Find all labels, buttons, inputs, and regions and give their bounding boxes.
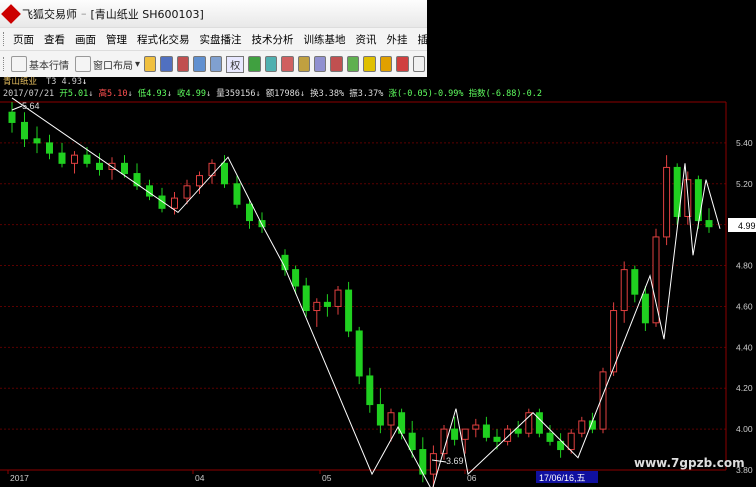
time-tick-label: 04 — [195, 473, 205, 483]
candle-body — [461, 428, 469, 440]
price-tick-label: 4.20 — [736, 383, 753, 393]
watermark: www.7gpzb.com — [634, 456, 745, 470]
date-labels: 2017 04 05 06 — [7, 470, 477, 483]
low-annotation: 3.69 — [446, 456, 464, 466]
price-tick-label: 4.80 — [736, 261, 753, 271]
candle-body — [302, 285, 310, 312]
price-tick-label: 4.40 — [736, 342, 753, 352]
candle-body — [208, 162, 216, 177]
candle-body — [58, 152, 66, 164]
candle-body — [472, 424, 480, 430]
candle-body — [8, 111, 16, 123]
high-annotation: 5.64 — [22, 101, 40, 111]
candle-body — [71, 154, 78, 164]
price-labels: 5.405.205.004.804.604.404.204.003.80 — [736, 138, 753, 475]
candle-body — [158, 195, 166, 209]
candle-body — [535, 412, 543, 434]
candle-body — [578, 420, 586, 434]
candle-body — [292, 269, 300, 287]
candle-body — [46, 142, 53, 154]
candle-body — [196, 175, 203, 187]
candle-body — [631, 269, 639, 295]
candle-body — [21, 121, 28, 140]
date-highlight: 17/06/16,五 — [539, 473, 586, 483]
time-tick-label: 05 — [322, 473, 332, 483]
candle-body — [334, 289, 342, 307]
price-tick-label: 4.00 — [736, 424, 753, 434]
candle-body — [246, 203, 253, 222]
candle-body — [567, 432, 575, 451]
candle-body — [323, 301, 331, 307]
high-annotation-line — [11, 105, 23, 111]
candle-body — [313, 301, 321, 312]
candle-body — [705, 220, 713, 228]
candle-body — [83, 154, 91, 164]
candle-body — [546, 432, 554, 442]
candle-body — [376, 404, 384, 426]
candle-body — [233, 183, 241, 205]
candle-body — [641, 293, 649, 324]
candle-body — [96, 162, 103, 170]
candle-body — [652, 236, 660, 324]
candle-body — [221, 162, 228, 185]
candle-body — [408, 432, 416, 451]
time-tick-label: 06 — [467, 473, 477, 483]
candle-body — [33, 138, 41, 144]
candle-body — [429, 453, 437, 475]
candle-body — [493, 436, 501, 442]
candle-body — [514, 428, 522, 434]
kline-chart[interactable]: 5.405.205.004.804.604.404.204.003.80 201… — [0, 0, 756, 487]
candle-body — [345, 289, 353, 332]
price-tick-label: 5.40 — [736, 138, 753, 148]
candle-body — [663, 166, 671, 238]
price-tick-label: 5.20 — [736, 179, 753, 189]
price-tick-label: 4.60 — [736, 301, 753, 311]
candle-body — [620, 269, 628, 312]
candle-body — [525, 412, 533, 434]
time-tick-label: 2017 — [10, 473, 29, 483]
candle-body — [121, 162, 128, 175]
candle-body — [183, 185, 191, 199]
price-grid — [0, 142, 726, 471]
candle-body — [171, 197, 178, 209]
candle-body — [355, 330, 363, 377]
candle-body — [387, 412, 395, 426]
candle-body — [366, 375, 374, 406]
candle-body — [451, 428, 459, 440]
current-price-label: 4.99 — [738, 221, 756, 231]
candle-body — [482, 424, 490, 438]
